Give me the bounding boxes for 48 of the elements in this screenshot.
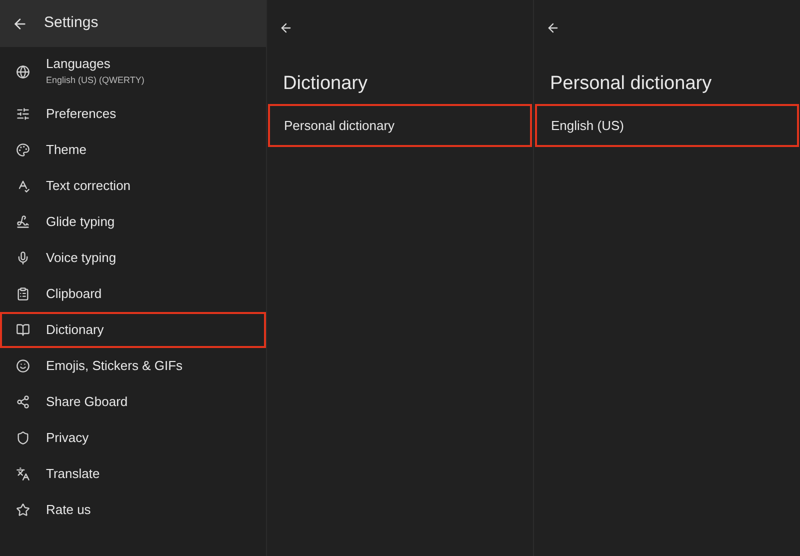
item-subtitle: English (US) (QWERTY): [46, 74, 144, 87]
squiggle-icon: [16, 215, 30, 229]
pane-title: Dictionary: [283, 72, 368, 96]
sidebar-title: Settings: [44, 13, 98, 34]
item-label: Voice typing: [46, 250, 116, 266]
sidebar-item[interactable]: Share Gboard: [0, 384, 266, 420]
back-icon[interactable]: [546, 21, 560, 35]
item-label: Languages: [46, 56, 112, 72]
item-label: Theme: [46, 142, 86, 158]
clipboard-icon: [16, 287, 30, 301]
item-label: Rate us: [46, 502, 91, 518]
item-label: Glide typing: [46, 214, 115, 230]
item-label: Privacy: [46, 430, 89, 446]
sidebar-item[interactable]: Text correction: [0, 168, 266, 204]
pane-title: Personal dictionary: [550, 72, 712, 96]
item-label: Text correction: [46, 178, 131, 194]
item-label: Translate: [46, 466, 100, 482]
book-icon: [16, 323, 30, 337]
item-label: Emojis, Stickers & GIFs: [46, 358, 183, 374]
sidebar-item[interactable]: Emojis, Stickers & GIFs: [0, 348, 266, 384]
item-label: Preferences: [46, 106, 116, 122]
sidebar-item[interactable]: Dictionary: [0, 312, 266, 348]
sidebar-item[interactable]: Clipboard: [0, 276, 266, 312]
sidebar-item[interactable]: Translate: [0, 456, 266, 492]
share-icon: [16, 395, 30, 409]
translate-icon: [16, 467, 30, 481]
globe-icon: [16, 64, 30, 78]
item-label: Clipboard: [46, 286, 102, 302]
smiley-icon: [16, 359, 30, 373]
sidebar-item[interactable]: Voice typing: [0, 240, 266, 276]
shield-icon: [16, 431, 30, 445]
palette-icon: [16, 143, 30, 157]
sidebar-item[interactable]: Rate us: [0, 492, 266, 528]
sidebar-item[interactable]: Preferences: [0, 96, 266, 132]
back-icon[interactable]: [279, 21, 293, 35]
sidebar-item[interactable]: Privacy: [0, 420, 266, 456]
item-label: Share Gboard: [46, 394, 128, 410]
sidebar-item[interactable]: Glide typing: [0, 204, 266, 240]
microphone-icon: [16, 251, 30, 265]
sliders-icon: [16, 107, 30, 121]
sidebar-item[interactable]: Theme: [0, 132, 266, 168]
back-icon[interactable]: [12, 16, 28, 32]
sidebar-item[interactable]: Languages English (US) (QWERTY): [0, 47, 266, 96]
star-icon: [16, 503, 30, 517]
spell-check-icon: [16, 179, 30, 193]
pane-item[interactable]: Personal dictionary: [268, 104, 532, 147]
pane-item[interactable]: English (US): [535, 104, 799, 147]
item-label: Dictionary: [46, 322, 104, 338]
